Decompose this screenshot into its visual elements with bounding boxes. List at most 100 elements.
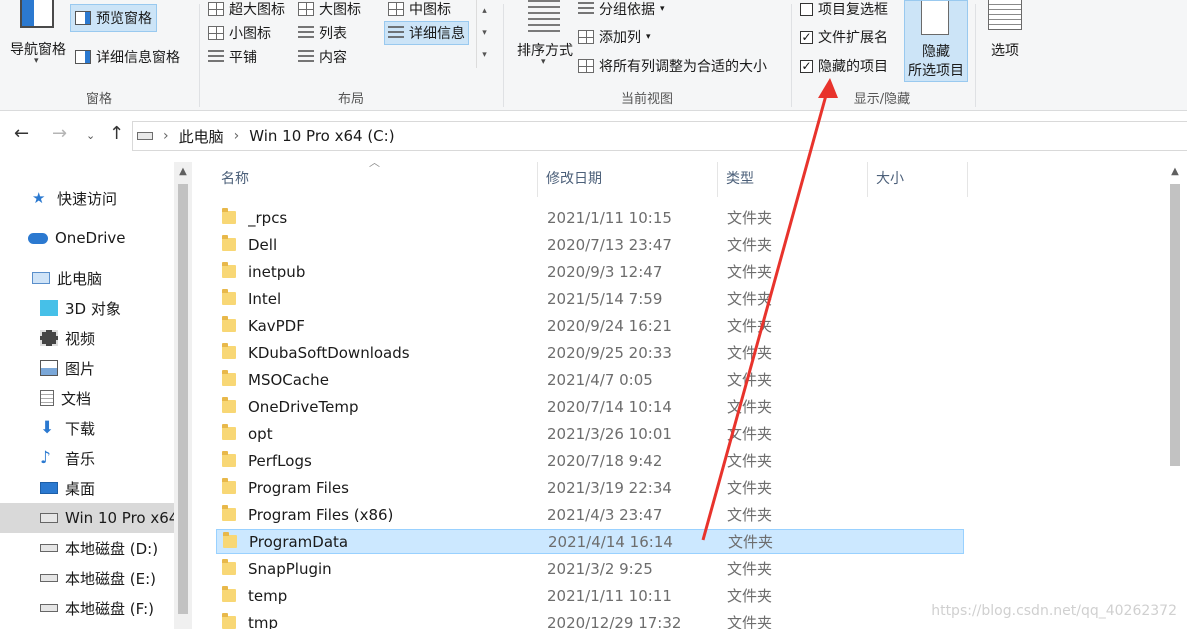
nav-item-downloads[interactable]: ⬇ 下载 [0,413,174,443]
checkbox-checked-icon[interactable]: ✓ [800,30,813,44]
folder-icon [222,235,236,251]
folder-icon [222,316,236,332]
checkbox-checked-icon[interactable]: ✓ [800,59,813,73]
date-modified-cell: 2021/5/14 7:59 [547,289,663,308]
table-row[interactable]: PerfLogs 2020/7/18 9:42 文件夹 [216,448,964,473]
table-row[interactable]: KDubaSoftDownloads 2020/9/25 20:33 文件夹 [216,340,964,365]
details-pane-icon [75,50,91,64]
nav-item-pictures[interactable]: 图片 [0,353,174,383]
nav-item-label: 下载 [65,419,96,438]
extra-large-icons-label: 超大图标 [229,2,285,18]
item-checkboxes-toggle[interactable]: 项目复选框 [800,0,888,18]
hidden-items-toggle[interactable]: ✓ 隐藏的项目 [800,55,888,77]
nav-item-desktop[interactable]: 桌面 [0,473,174,503]
scrollbar-thumb[interactable] [1170,184,1180,466]
scroll-up-arrow-icon[interactable]: ▲ [174,166,192,177]
column-header-size[interactable]: 大小 [868,162,968,197]
breadcrumb-chevron-icon[interactable]: › [234,128,240,144]
nav-item-quick-access[interactable]: ★ 快速访问 [0,183,174,213]
list-option[interactable]: 列表 [298,22,347,44]
group-by-button[interactable]: 分组依据 ▾ [578,0,665,18]
table-row[interactable]: inetpub 2020/9/3 12:47 文件夹 [216,259,964,284]
navigation-pane-scrollbar[interactable]: ▲ [174,162,192,629]
navigation-pane-button[interactable]: 导航窗格 ▾ [6,0,70,80]
medium-icons-icon [388,2,404,16]
recent-locations-chevron-icon[interactable]: ⌄ [86,129,95,142]
nav-item-label: 本地磁盘 (F:) [65,599,154,618]
table-row[interactable]: ProgramData 2021/4/14 16:14 文件夹 [216,529,964,554]
breadcrumb-this-pc[interactable]: 此电脑 [179,126,224,147]
group-divider [975,4,976,107]
chevron-down-icon: ▾ [34,56,39,66]
breadcrumb-drive-c[interactable]: Win 10 Pro x64 (C:) [249,127,394,145]
add-columns-icon [578,30,594,44]
table-row[interactable]: SnapPlugin 2021/3/2 9:25 文件夹 [216,556,964,581]
details-option[interactable]: 详细信息 [384,21,469,45]
address-bar[interactable]: › 此电脑 › Win 10 Pro x64 (C:) [132,121,1187,151]
add-columns-button[interactable]: 添加列 ▾ [578,26,651,48]
table-row[interactable]: MSOCache 2021/4/7 0:05 文件夹 [216,367,964,392]
nav-item-onedrive[interactable]: OneDrive [0,223,174,253]
add-columns-label: 添加列 [599,30,641,46]
table-row[interactable]: Dell 2020/7/13 23:47 文件夹 [216,232,964,257]
nav-item-3d-objects[interactable]: 3D 对象 [0,293,174,323]
table-row[interactable]: _rpcs 2021/1/11 10:15 文件夹 [216,205,964,230]
music-note-icon: ♪ [40,448,51,468]
scroll-up-icon[interactable]: ▴ [477,0,492,22]
folder-icon [222,262,236,278]
content-icon [298,50,314,64]
table-row[interactable]: temp 2021/1/11 10:11 文件夹 [216,583,964,608]
content-option[interactable]: 内容 [298,46,347,68]
file-extensions-toggle[interactable]: ✓ 文件扩展名 [800,26,888,48]
table-row[interactable]: Program Files 2021/3/19 22:34 文件夹 [216,475,964,500]
column-header-date[interactable]: 修改日期 [538,162,718,197]
table-row[interactable]: Intel 2021/5/14 7:59 文件夹 [216,286,964,311]
nav-item-label: Win 10 Pro x64 [65,509,174,527]
nav-item-drive-e[interactable]: 本地磁盘 (E:) [0,563,174,593]
table-row[interactable]: KavPDF 2020/9/24 16:21 文件夹 [216,313,964,338]
nav-item-drive-d[interactable]: 本地磁盘 (D:) [0,533,174,563]
layout-group: 超大图标 大图标 中图标 小图标 列表 详细信息 平铺 内容 ▴ ▾ ▾ 布局 [200,0,502,111]
layout-gallery-scroller[interactable]: ▴ ▾ ▾ [476,0,492,68]
nav-item-drive-f[interactable]: 本地磁盘 (F:) [0,593,174,623]
type-cell: 文件夹 [728,533,774,551]
scroll-down-icon[interactable]: ▾ [477,22,492,44]
nav-item-videos[interactable]: 视频 [0,323,174,353]
column-header-type[interactable]: 类型 [718,162,868,197]
scrollbar-thumb[interactable] [178,184,188,614]
film-icon [40,330,58,346]
nav-item-this-pc[interactable]: 此电脑 [0,263,174,293]
scroll-up-arrow-icon[interactable]: ▲ [1166,166,1184,177]
nav-item-documents[interactable]: 文档 [0,383,174,413]
up-arrow-icon[interactable]: ↑ [109,123,124,144]
details-pane-button[interactable]: 详细信息窗格 [75,46,180,68]
table-row[interactable]: Program Files (x86) 2021/4/3 23:47 文件夹 [216,502,964,527]
size-all-columns-button[interactable]: 将所有列调整为合适的大小 [578,55,767,77]
checkbox-unchecked-icon[interactable] [800,2,813,16]
tiles-icon [208,50,224,64]
tiles-option[interactable]: 平铺 [208,46,257,68]
expand-gallery-icon[interactable]: ▾ [477,44,492,66]
date-modified-cell: 2021/4/7 0:05 [547,370,653,389]
nav-item-drive-c[interactable]: Win 10 Pro x64 [0,503,174,533]
table-row[interactable]: opt 2021/3/26 10:01 文件夹 [216,421,964,446]
large-icons-option[interactable]: 大图标 [298,0,361,18]
medium-icons-option[interactable]: 中图标 [388,0,451,18]
nav-item-label: 3D 对象 [65,299,121,318]
back-arrow-icon[interactable]: ← [14,123,29,144]
preview-pane-button[interactable]: 预览窗格 [70,4,157,32]
table-row[interactable]: OneDriveTemp 2020/7/14 10:14 文件夹 [216,394,964,419]
nav-item-music[interactable]: ♪ 音乐 [0,443,174,473]
table-row[interactable]: tmp 2020/12/29 17:32 文件夹 [216,610,964,629]
options-button[interactable]: 选项 [982,0,1028,80]
small-icons-option[interactable]: 小图标 [208,22,271,44]
breadcrumb-chevron-icon[interactable]: › [163,128,169,144]
sort-by-button[interactable]: 排序方式 ▾ [508,0,582,80]
drive-icon [40,604,58,612]
hide-selected-items-button[interactable]: 隐藏 所选项目 [904,0,968,82]
file-list-scrollbar[interactable]: ▲ [1166,162,1184,629]
extra-large-icons-option[interactable]: 超大图标 [208,0,285,18]
group-by-label: 分组依据 [599,2,655,18]
column-header-name[interactable]: 名称 [213,162,538,197]
forward-arrow-icon[interactable]: → [52,123,67,144]
